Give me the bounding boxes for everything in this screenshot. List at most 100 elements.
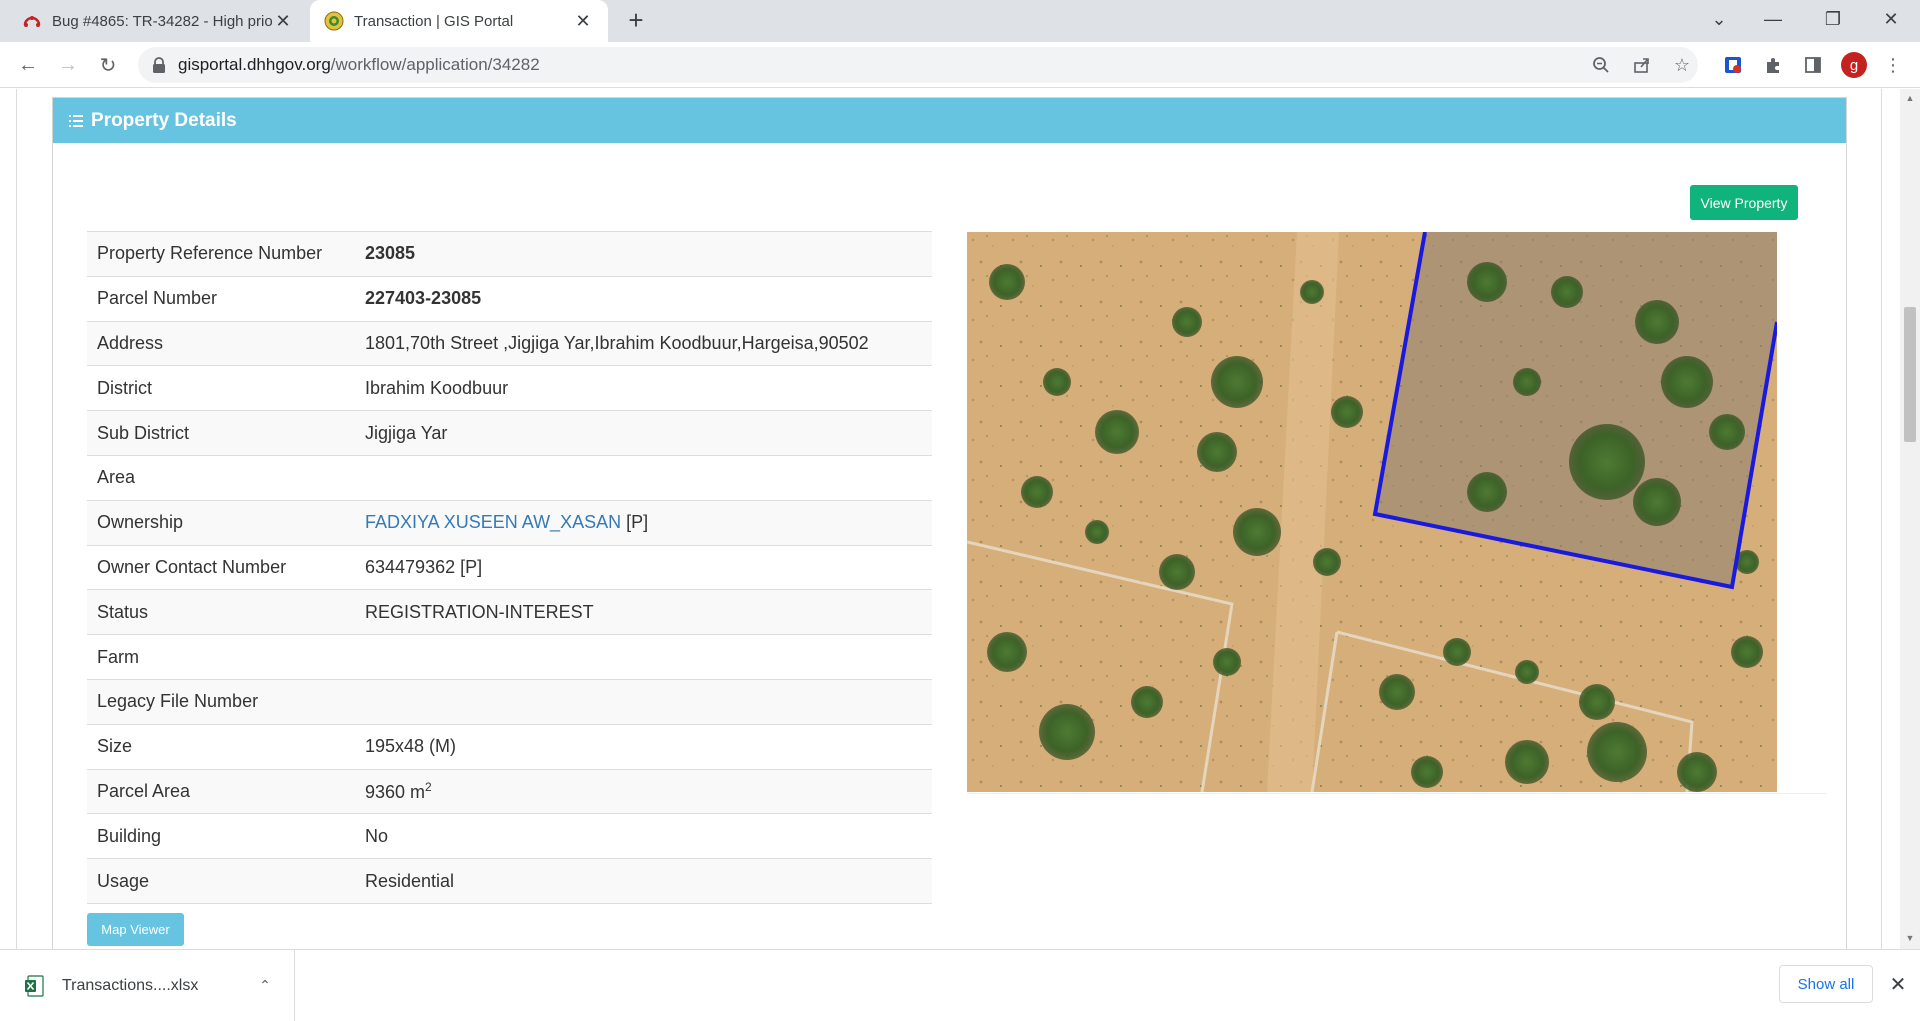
owner-contact-value: 634479362 [P] — [365, 556, 483, 577]
close-tab-icon[interactable]: ✕ — [572, 10, 594, 32]
area-value — [355, 455, 932, 500]
row-label: Parcel Number — [97, 288, 218, 309]
tab-gis-portal[interactable]: Transaction | GIS Portal ✕ — [310, 0, 608, 42]
download-item[interactable]: Transactions....xlsx ⌃ — [0, 950, 295, 1021]
url-host: gisportal.dhhgov.org — [178, 55, 331, 74]
table-row: Parcel Number 227403-23085 — [87, 276, 932, 321]
ownership-cell: FADXIYA XUSEEN AW_XASAN [P] — [355, 500, 932, 545]
table-row: Address 1801,70th Street ,Jigjiga Yar,Ib… — [87, 321, 932, 366]
page-scrollbar[interactable]: ▲ ▼ — [1900, 89, 1920, 949]
download-bar: Transactions....xlsx ⌃ Show all ✕ — [0, 949, 1920, 1021]
map-viewer-button[interactable]: Map Viewer — [87, 913, 184, 946]
farm-value — [355, 635, 932, 680]
excel-file-icon — [25, 974, 44, 997]
table-row: District Ibrahim Koodbuur — [87, 365, 932, 411]
back-button[interactable]: ← — [12, 49, 44, 81]
row-label: Size — [97, 736, 133, 757]
table-row: Property Reference Number 23085 — [87, 231, 932, 277]
table-row: Sub District Jigjiga Yar — [87, 410, 932, 456]
scroll-thumb[interactable] — [1904, 307, 1916, 442]
table-row: Owner Contact Number 634479362 [P] — [87, 545, 932, 590]
owner-name-link[interactable]: FADXIYA XUSEEN AW_XASAN — [365, 512, 621, 532]
district-value: Ibrahim Koodbuur — [365, 377, 509, 398]
zoom-icon[interactable] — [1586, 50, 1616, 80]
close-window-button[interactable]: ✕ — [1868, 0, 1914, 38]
scroll-up-arrow-icon[interactable]: ▲ — [1904, 93, 1916, 105]
show-all-downloads-button[interactable]: Show all — [1779, 965, 1873, 1003]
property-details-panel: Property Details Property Reference Numb… — [52, 97, 1847, 949]
property-reference-link[interactable]: 23085 — [355, 232, 932, 277]
table-row: Legacy File Number — [87, 679, 932, 725]
row-label: Status — [97, 601, 149, 622]
row-label: Owner Contact Number — [97, 556, 287, 577]
status-value: REGISTRATION-INTEREST — [365, 601, 594, 622]
extensions-puzzle-icon[interactable] — [1758, 50, 1788, 80]
table-row: Area — [87, 455, 932, 500]
owner-type-tag: [P] — [626, 512, 649, 533]
parcel-aerial-map[interactable] — [967, 232, 1777, 792]
usage-value: Residential — [365, 870, 455, 891]
row-label: Address — [97, 332, 164, 353]
bookmark-star-icon[interactable]: ☆ — [1667, 50, 1697, 80]
tab-title: Bug #4865: TR-34282 - High priority — [52, 12, 272, 30]
property-details-table: Property Reference Number 23085 Parcel N… — [87, 231, 932, 904]
parcel-area-value: 9360 m2 — [355, 769, 932, 814]
row-label: Sub District — [97, 422, 190, 443]
tab-title: Transaction | GIS Portal — [354, 12, 514, 30]
table-row: Building No — [87, 813, 932, 859]
bug-tracker-icon — [23, 16, 41, 27]
tab-bug-tracker[interactable]: Bug #4865: TR-34282 - High priority ✕ — [8, 0, 308, 42]
url-text: gisportal.dhhgov.org/workflow/applicatio… — [178, 55, 540, 75]
close-tab-icon[interactable]: ✕ — [272, 10, 294, 32]
lock-icon — [153, 57, 165, 73]
row-label: Property Reference Number — [97, 243, 323, 264]
row-label: Area — [97, 467, 136, 488]
side-panel-icon[interactable] — [1798, 50, 1828, 80]
table-row: Farm — [87, 634, 932, 680]
table-row: Usage Residential — [87, 858, 932, 904]
row-label: Building — [97, 825, 162, 846]
list-icon — [69, 114, 83, 127]
parcel-area-number: 9360 m — [365, 781, 426, 802]
row-label: Legacy File Number — [97, 691, 259, 712]
url-path: /workflow/application/34282 — [330, 55, 540, 74]
panel-title: Property Details — [91, 109, 237, 131]
share-icon[interactable] — [1627, 50, 1657, 80]
close-download-bar-icon[interactable]: ✕ — [1884, 970, 1912, 998]
map-divider — [967, 793, 1827, 794]
extension-icon[interactable] — [1718, 50, 1748, 80]
browser-toolbar: ← → ↻ gisportal.dhhgov.org/workflow/appl… — [0, 42, 1920, 88]
new-tab-button[interactable]: + — [622, 7, 650, 35]
browser-menu-icon[interactable]: ⋮ — [1878, 50, 1908, 80]
minimize-window-button[interactable]: — — [1750, 0, 1796, 38]
reload-button[interactable]: ↻ — [92, 49, 124, 81]
row-label: Usage — [97, 870, 150, 891]
parcel-number-value: 227403-23085 — [365, 288, 482, 309]
tab-search-chevron-icon[interactable]: ⌄ — [1696, 0, 1742, 38]
legacy-file-number-value — [355, 679, 932, 724]
panel-heading: Property Details — [53, 98, 1846, 143]
table-row: Parcel Area 9360 m2 — [87, 769, 932, 814]
table-row: Ownership FADXIYA XUSEEN AW_XASAN [P] — [87, 500, 932, 546]
row-label: District — [97, 377, 152, 398]
size-value: 195x48 (M) — [365, 736, 457, 757]
scroll-down-arrow-icon[interactable]: ▼ — [1904, 933, 1916, 945]
chevron-up-icon[interactable]: ⌃ — [250, 977, 280, 994]
parcel-area-exponent: 2 — [425, 779, 432, 794]
browser-tab-bar: Bug #4865: TR-34282 - High priority ✕ Tr… — [0, 0, 1920, 42]
restore-window-button[interactable]: ❐ — [1810, 0, 1856, 38]
sub-district-value: Jigjiga Yar — [365, 422, 448, 443]
address-bar[interactable]: gisportal.dhhgov.org/workflow/applicatio… — [138, 47, 1698, 83]
forward-button[interactable]: → — [52, 49, 84, 81]
row-label: Ownership — [97, 512, 184, 533]
table-row: Size 195x48 (M) — [87, 724, 932, 769]
view-property-button[interactable]: View Property — [1690, 185, 1798, 220]
address-value: 1801,70th Street ,Jigjiga Yar,Ibrahim Ko… — [365, 332, 869, 353]
profile-avatar[interactable]: g — [1841, 52, 1867, 78]
building-value: No — [365, 825, 389, 846]
gis-portal-emblem-icon — [324, 11, 344, 31]
table-row: Status REGISTRATION-INTEREST — [87, 589, 932, 635]
page-viewport: Property Details Property Reference Numb… — [0, 89, 1920, 949]
row-label: Parcel Area — [97, 780, 191, 801]
row-label: Farm — [97, 646, 139, 667]
